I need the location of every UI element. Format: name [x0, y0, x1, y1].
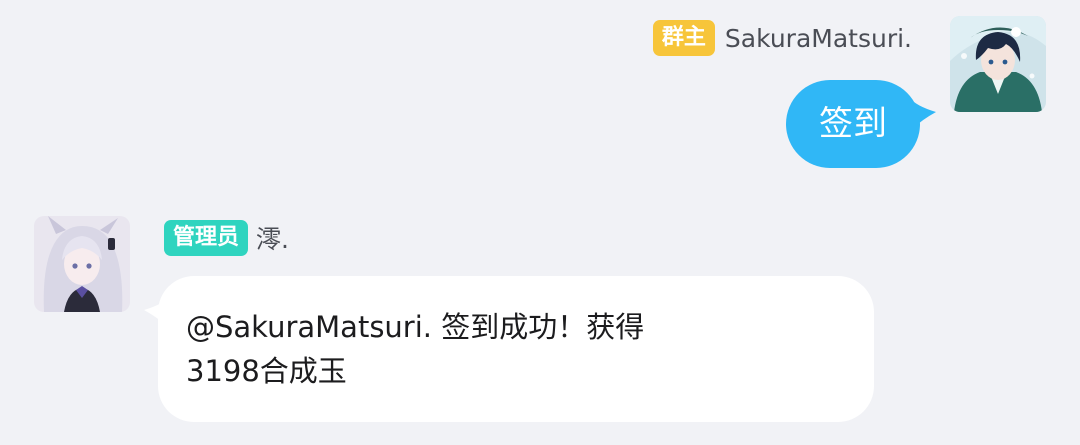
bubble-tail	[910, 98, 936, 132]
role-badge-owner: 群主	[652, 20, 715, 56]
avatar[interactable]	[950, 16, 1046, 112]
message-bubble[interactable]: 签到	[786, 80, 920, 168]
message-bubble[interactable]: @SakuraMatsuri. 签到成功！获得 3198合成玉	[158, 276, 874, 422]
message-line: @SakuraMatsuri. 签到成功！获得	[186, 310, 645, 344]
role-badge-admin: 管理员	[164, 220, 249, 256]
message-line: 3198合成玉	[186, 354, 347, 388]
message-incoming: 管理员 澪. @SakuraMatsuri. 签到成功！获得 3198合成玉	[0, 200, 1080, 445]
anime-girl-avatar-icon	[34, 216, 130, 312]
sender-header: 管理员 澪.	[164, 220, 289, 256]
sender-name[interactable]: SakuraMatsuri.	[725, 24, 912, 53]
avatar[interactable]	[34, 216, 130, 312]
sender-name[interactable]: 澪.	[256, 220, 289, 256]
sender-header: 群主 SakuraMatsuri.	[652, 20, 912, 56]
anime-boy-avatar-icon	[950, 16, 1046, 112]
message-outgoing: 群主 SakuraMatsuri. 签到	[0, 0, 1080, 190]
